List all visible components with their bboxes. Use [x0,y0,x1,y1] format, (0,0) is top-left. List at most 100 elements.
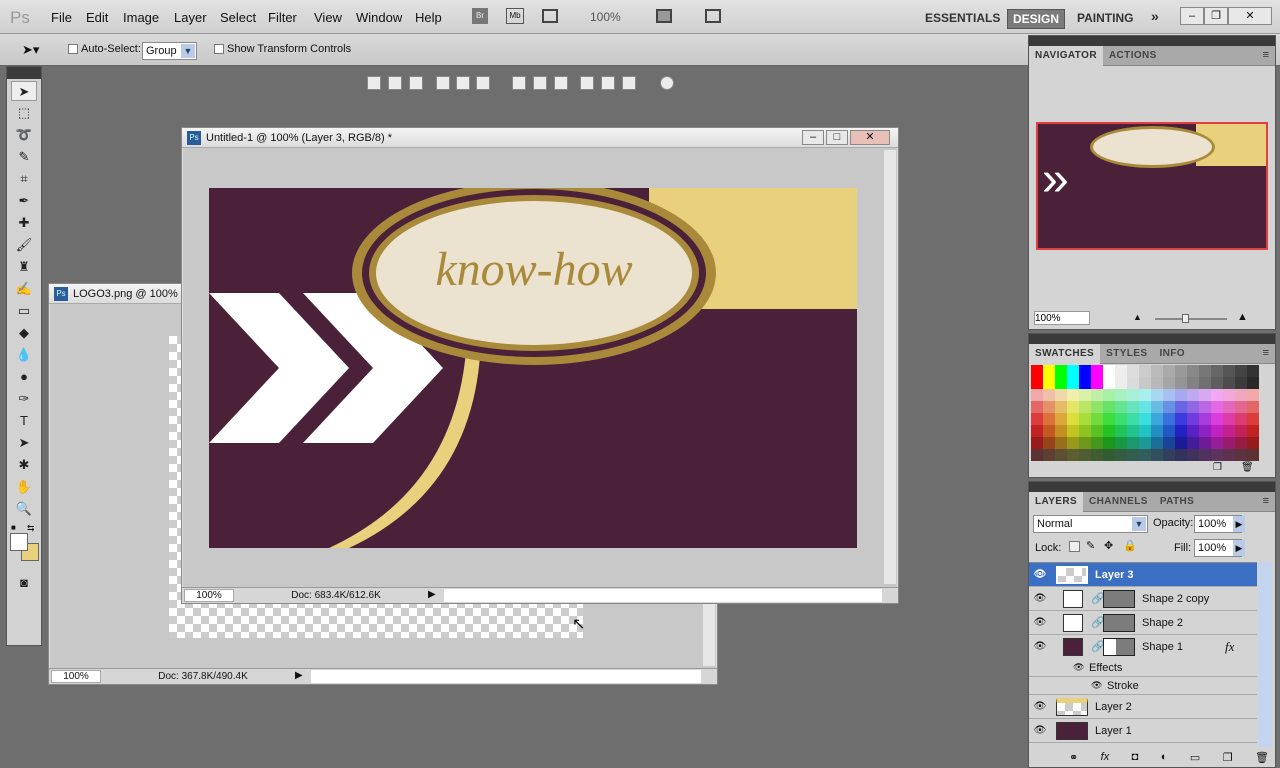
swatch[interactable] [1091,389,1103,401]
swatch[interactable] [1187,401,1199,413]
swatch[interactable] [1163,425,1175,437]
swatch[interactable] [1067,437,1079,449]
swatch[interactable] [1091,425,1103,437]
swatch[interactable] [1103,389,1115,401]
quick-mask-icon[interactable]: ◙ [11,573,37,593]
distribute-left-icon[interactable] [580,76,594,90]
swatch[interactable] [1127,401,1139,413]
swatch[interactable] [1247,365,1259,377]
swatch[interactable] [1079,413,1091,425]
swatch[interactable] [1091,365,1103,377]
visibility-eye-icon[interactable]: 👁 [1032,615,1048,631]
swatch[interactable] [1163,449,1175,461]
doc-maximize-icon[interactable]: □ [826,130,848,145]
swatch[interactable] [1139,401,1151,413]
swatch[interactable] [1175,389,1187,401]
swatch[interactable] [1055,377,1067,389]
blend-mode-dropdown[interactable]: Normal ▼ [1033,515,1148,533]
swatch[interactable] [1247,377,1259,389]
panel-header[interactable] [1029,334,1275,344]
swatch[interactable] [1223,425,1235,437]
paint-bucket-tool-icon[interactable]: ◆ [11,323,37,343]
swatch[interactable] [1187,413,1199,425]
swatch[interactable] [1163,377,1175,389]
swatch[interactable] [1103,449,1115,461]
swatch[interactable] [1115,437,1127,449]
swatch[interactable] [1151,365,1163,377]
menu-image[interactable]: Image [123,10,159,25]
swatch[interactable] [1211,377,1223,389]
lasso-tool-icon[interactable]: ➰ [11,125,37,145]
swatch[interactable] [1031,401,1043,413]
swap-colors-icon[interactable]: ⇆ [27,523,35,534]
move-tool-preset-icon[interactable]: ➤▾ [22,42,39,58]
swatch[interactable] [1067,449,1079,461]
blur-tool-icon[interactable]: 💧 [11,345,37,365]
swatch[interactable] [1043,377,1055,389]
swatch[interactable] [1055,389,1067,401]
swatch[interactable] [1115,413,1127,425]
zoom-slider-handle[interactable] [1182,314,1189,323]
default-colors-icon[interactable]: ■ [11,523,16,532]
path-selection-tool-icon[interactable]: ➤ [11,433,37,453]
lock-all-icon[interactable]: 🔒 [1123,539,1137,552]
align-vcenter-icon[interactable] [388,76,402,90]
layer-row[interactable]: 👁 Layer 3 [1029,563,1257,587]
swatch[interactable] [1115,377,1127,389]
distribute-hcenter-icon[interactable] [601,76,615,90]
layer-row[interactable]: 👁 🔗 Shape 2 copy [1029,587,1257,611]
swatch[interactable] [1211,425,1223,437]
swatch[interactable] [1151,389,1163,401]
layers-scrollbar[interactable] [1258,562,1272,747]
swatch[interactable] [1163,413,1175,425]
horizontal-scrollbar[interactable] [311,670,701,683]
tools-panel-header[interactable] [7,67,41,79]
auto-align-icon[interactable] [660,76,674,90]
swatch[interactable] [1223,401,1235,413]
swatch[interactable] [1103,425,1115,437]
swatch[interactable] [1079,377,1091,389]
swatch[interactable] [1067,377,1079,389]
type-tool-icon[interactable]: T [11,411,37,431]
swatch[interactable] [1139,365,1151,377]
align-bottom-icon[interactable] [409,76,423,90]
add-layer-style-icon[interactable]: fx [1101,751,1110,763]
workspace-painting[interactable]: PAINTING [1072,9,1138,27]
tab-actions[interactable]: ACTIONS [1103,46,1163,66]
swatch[interactable] [1031,389,1043,401]
lock-paint-icon[interactable]: ✎ [1086,539,1095,552]
swatch[interactable] [1043,365,1055,377]
swatch[interactable] [1211,449,1223,461]
swatch[interactable] [1043,401,1055,413]
swatch[interactable] [1127,449,1139,461]
swatch[interactable] [1055,449,1067,461]
swatch[interactable] [1055,401,1067,413]
zoom-out-icon[interactable]: ▲ [1133,312,1142,322]
zoom-in-icon[interactable]: ▲ [1237,311,1248,323]
swatch[interactable] [1247,437,1259,449]
swatch[interactable] [1163,389,1175,401]
swatch[interactable] [1211,437,1223,449]
eyedropper-tool-icon[interactable]: ✒ [11,191,37,211]
swatch[interactable] [1235,437,1247,449]
swatch[interactable] [1223,365,1235,377]
zoom-field[interactable]: 100% [184,589,234,602]
move-tool-icon[interactable]: ➤ [11,81,37,101]
swatch[interactable] [1163,437,1175,449]
menu-window[interactable]: Window [356,10,402,25]
pen-tool-icon[interactable]: ✑ [11,389,37,409]
layer-row[interactable]: 👁 Layer 2 [1029,695,1257,719]
swatch[interactable] [1043,413,1055,425]
visibility-eye-icon[interactable]: 👁 [1032,567,1048,583]
swatch[interactable] [1079,401,1091,413]
swatch[interactable] [1115,365,1127,377]
swatch[interactable] [1235,389,1247,401]
screen-mode-button[interactable] [705,9,721,23]
tab-channels[interactable]: CHANNELS [1083,492,1154,512]
swatch[interactable] [1091,401,1103,413]
panel-menu-icon[interactable]: ≡ [1263,49,1269,61]
swatch[interactable] [1175,425,1187,437]
swatch[interactable] [1031,449,1043,461]
swatch[interactable] [1115,401,1127,413]
close-icon[interactable]: ✕ [1228,7,1272,25]
